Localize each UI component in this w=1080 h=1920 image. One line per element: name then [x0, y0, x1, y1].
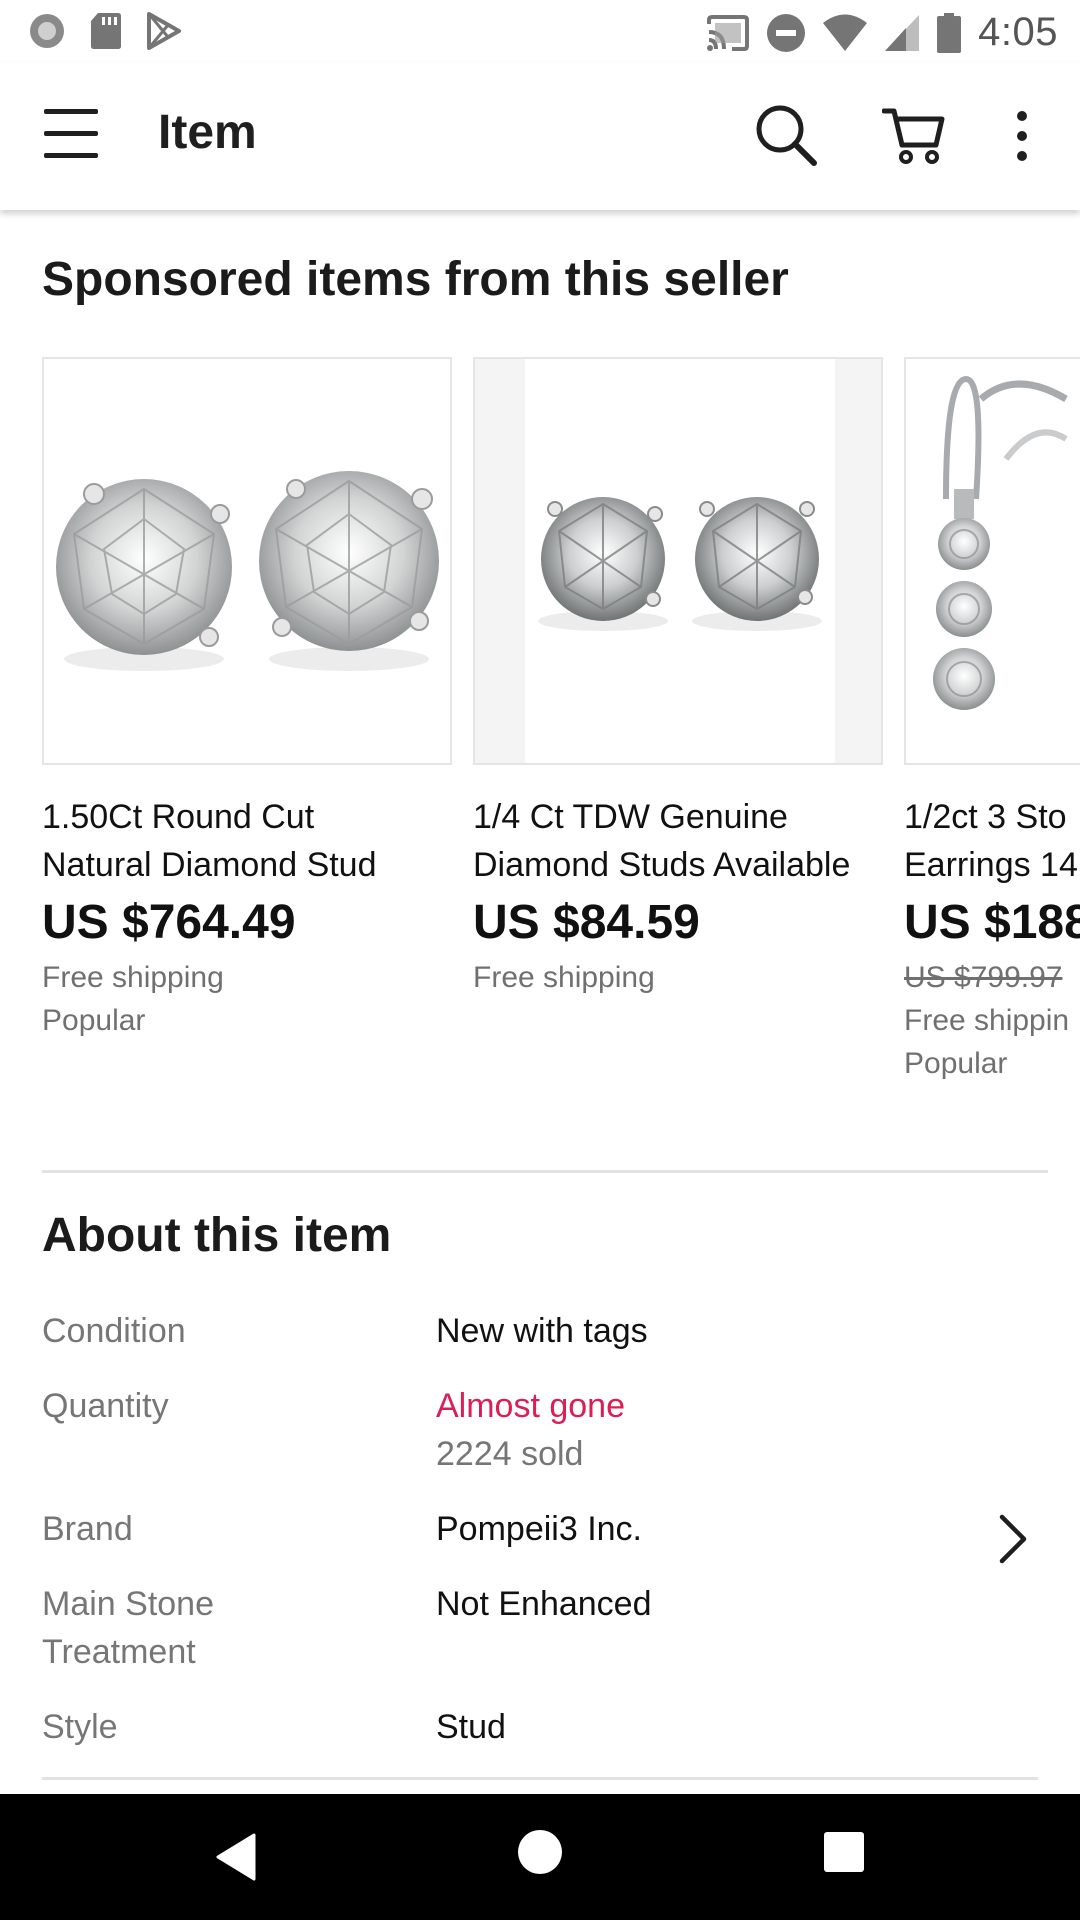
item-title-line: Natural Diamond Stud: [42, 846, 377, 884]
about-heading: About this item: [42, 1209, 392, 1262]
spec-row-style: Style Stud: [42, 1703, 1042, 1753]
item-shipping: Free shipping: [42, 961, 224, 994]
spec-label: Condition: [42, 1312, 186, 1350]
sponsored-item-card[interactable]: 1/2ct 3 Sto Earrings 14 US $188 US $799.…: [904, 357, 1080, 1085]
signal-icon: [885, 14, 920, 51]
item-price: US $764.49: [42, 896, 296, 949]
spec-row-main-stone-treatment: Main Stone Treatment Not Enhanced: [42, 1580, 1042, 1680]
item-shipping: Free shippin: [904, 1004, 1070, 1037]
product-image[interactable]: [473, 357, 883, 765]
status-bar: 4:05: [0, 0, 1080, 63]
item-title-line: 1.50Ct Round Cut: [42, 798, 315, 836]
section-divider: [42, 1170, 1048, 1173]
spec-label: Main Stone Treatment: [42, 1580, 402, 1676]
sponsored-carousel[interactable]: 1.50Ct Round Cut Natural Diamond Stud US…: [42, 357, 1080, 1117]
spec-value: Stud: [436, 1708, 506, 1746]
spec-value: New with tags: [436, 1312, 648, 1350]
cast-icon: [707, 14, 750, 51]
sponsored-item-card[interactable]: 1/4 Ct TDW Genuine Diamond Studs Availab…: [473, 357, 883, 999]
notification-dot-icon: [30, 14, 64, 48]
item-title-line: Diamond Studs Available: [473, 846, 851, 884]
search-icon[interactable]: [754, 103, 818, 167]
item-price: US $84.59: [473, 896, 700, 949]
spec-label: Brand: [42, 1510, 133, 1548]
spec-value: Pompeii3 Inc.: [436, 1510, 642, 1548]
spec-row-brand[interactable]: Brand Pompeii3 Inc.: [42, 1505, 1042, 1565]
app-bar: Item: [0, 63, 1080, 210]
sd-card-icon: [91, 13, 121, 49]
item-badge: Popular: [42, 1004, 146, 1037]
item-original-price: US $799.97: [904, 961, 1063, 994]
item-title-line: 1/2ct 3 Sto: [904, 798, 1067, 836]
availability-alert: Almost gone: [436, 1387, 625, 1425]
system-nav-bar: [0, 1794, 1080, 1920]
spec-row-condition: Condition New with tags: [42, 1307, 1042, 1357]
item-badge: Popular: [904, 1047, 1008, 1080]
product-image[interactable]: [42, 357, 452, 765]
product-image[interactable]: [904, 357, 1080, 765]
status-time: 4:05: [978, 10, 1058, 54]
do-not-disturb-icon: [767, 13, 806, 52]
page-title: Item: [158, 106, 257, 159]
battery-icon: [937, 12, 962, 53]
sold-count: 2224 sold: [436, 1435, 584, 1473]
menu-icon[interactable]: [44, 109, 100, 159]
section-divider: [42, 1777, 1038, 1780]
spec-label: Quantity: [42, 1387, 169, 1425]
spec-value: Not Enhanced: [436, 1585, 652, 1623]
sponsored-item-card[interactable]: 1.50Ct Round Cut Natural Diamond Stud US…: [42, 357, 452, 1042]
more-vert-icon[interactable]: [1012, 111, 1032, 161]
play-store-icon: [147, 12, 181, 50]
home-icon[interactable]: [518, 1830, 562, 1874]
spec-value: Almost gone 2224 sold: [436, 1382, 625, 1478]
sponsored-heading: Sponsored items from this seller: [42, 253, 789, 306]
item-title-line: 1/4 Ct TDW Genuine: [473, 798, 788, 836]
item-shipping: Free shipping: [473, 961, 655, 994]
spec-label-line: Main Stone: [42, 1585, 214, 1623]
spec-label-line: Treatment: [42, 1633, 196, 1671]
spec-row-quantity: Quantity Almost gone 2224 sold: [42, 1382, 1042, 1482]
chevron-right-icon[interactable]: [992, 1511, 1032, 1567]
back-icon[interactable]: [214, 1833, 256, 1881]
cart-icon[interactable]: [882, 105, 946, 165]
item-title-line: Earrings 14: [904, 846, 1078, 884]
wifi-icon: [823, 14, 868, 51]
item-price: US $188: [904, 896, 1080, 949]
recents-icon[interactable]: [824, 1832, 864, 1872]
spec-label: Style: [42, 1708, 118, 1746]
